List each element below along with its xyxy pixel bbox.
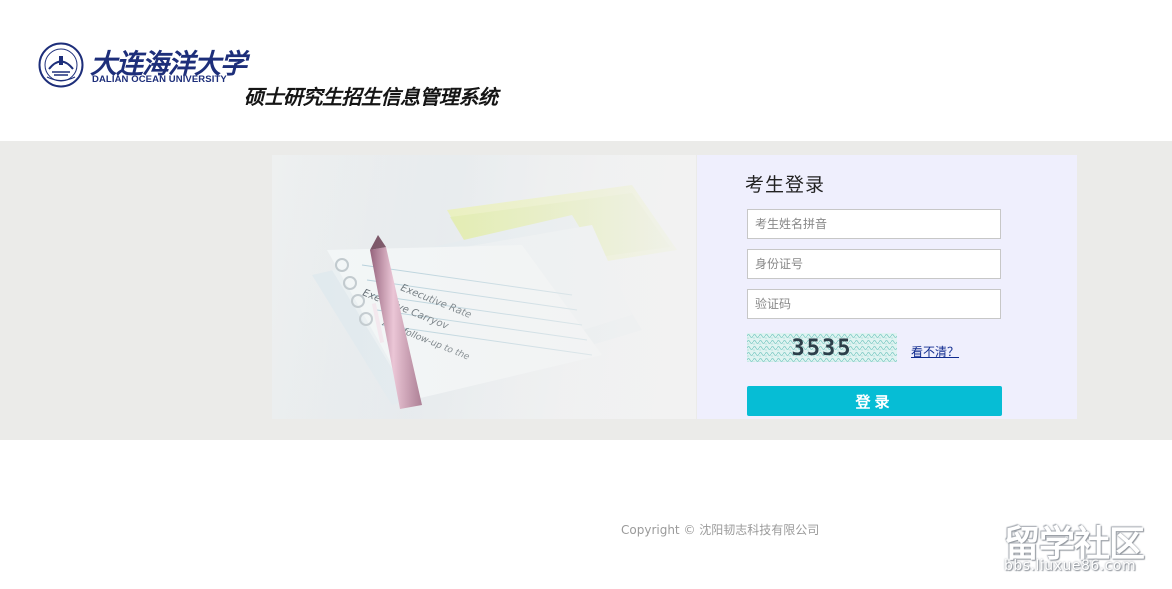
copyright-text: Copyright © 沈阳韧志科技有限公司	[621, 523, 820, 537]
site-watermark: 留学社区 bbs.liuxue86.com	[1000, 515, 1165, 585]
banner-image: Executive Rate Executive Carryov As a fo…	[272, 155, 696, 419]
university-name-en: DALIAN OCEAN UNIVERSITY	[92, 74, 227, 85]
name-pinyin-input[interactable]	[747, 209, 1001, 239]
refresh-captcha-link[interactable]: 看不清？	[911, 343, 959, 360]
university-logo[interactable]: 大连海洋大学 DALIAN OCEAN UNIVERSITY	[38, 42, 247, 90]
captcha-image[interactable]: 3535	[747, 333, 897, 362]
watermark-url: bbs.liuxue86.com	[1004, 558, 1137, 574]
page-header: 大连海洋大学 DALIAN OCEAN UNIVERSITY 硕士研究生招生信息…	[0, 0, 1172, 141]
captcha-input[interactable]	[747, 289, 1001, 319]
pen-and-documents-photo: Executive Rate Executive Carryov As a fo…	[272, 155, 696, 419]
captcha-text: 3535	[792, 336, 853, 361]
university-seal-icon	[38, 42, 84, 88]
id-number-input[interactable]	[747, 249, 1001, 279]
login-title: 考生登录	[745, 174, 826, 196]
system-title: 硕士研究生招生信息管理系统	[244, 85, 498, 109]
login-button[interactable]: 登录	[747, 386, 1002, 416]
